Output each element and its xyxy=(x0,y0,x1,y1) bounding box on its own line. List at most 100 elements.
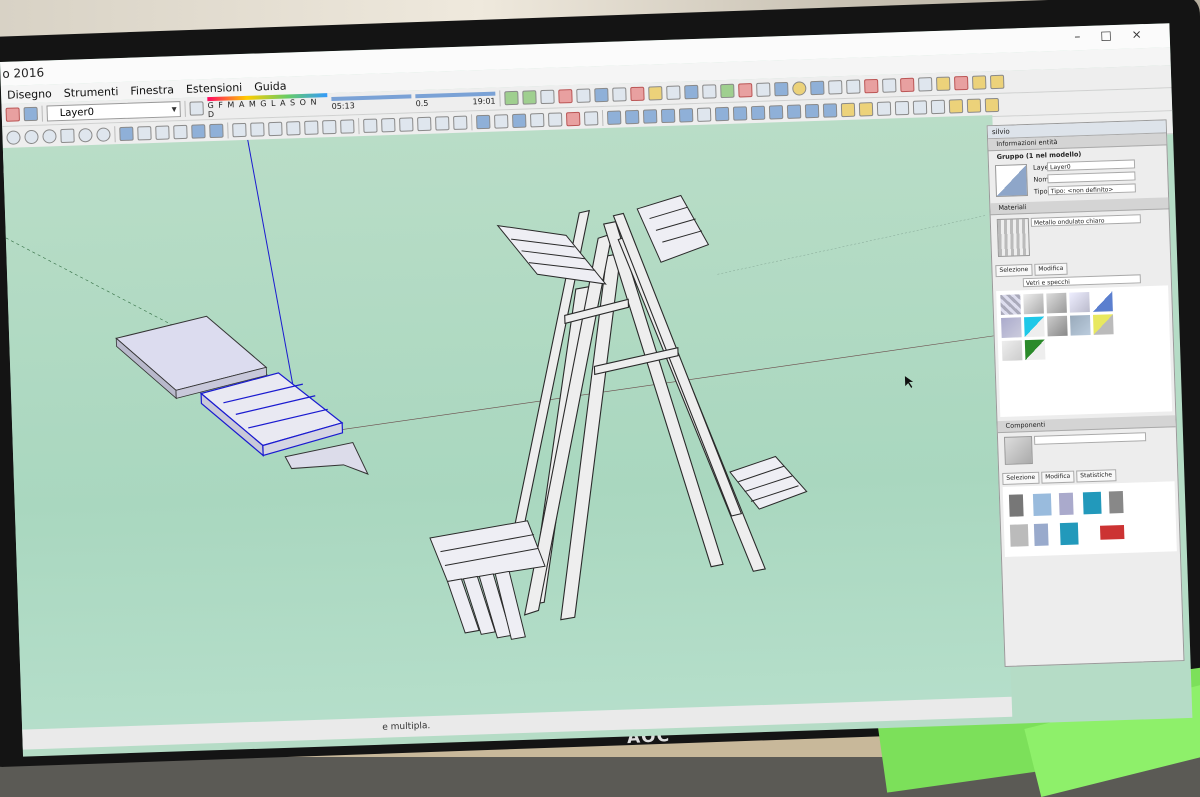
view-icon[interactable] xyxy=(137,126,152,141)
component-thumb[interactable] xyxy=(1033,523,1049,546)
tool-icon[interactable] xyxy=(828,80,843,95)
material-swatch[interactable] xyxy=(1024,316,1045,338)
sandbox-icon[interactable] xyxy=(565,111,581,127)
tool-icon[interactable] xyxy=(750,105,766,121)
menu-estensioni[interactable]: Estensioni xyxy=(186,80,243,95)
material-name-field[interactable]: Metallo ondulato chiaro xyxy=(1030,214,1141,227)
shadow-month-slider[interactable]: G F M A M G L A S O N D xyxy=(207,93,328,120)
sandbox-icon[interactable] xyxy=(583,111,599,126)
tool-icon[interactable] xyxy=(666,85,681,100)
model-viewport[interactable] xyxy=(2,115,1013,748)
print-icon[interactable] xyxy=(5,107,20,122)
tool-icon[interactable] xyxy=(882,78,897,93)
sandbox-icon[interactable] xyxy=(547,112,563,127)
view-icon[interactable] xyxy=(173,124,188,140)
model-info-icon[interactable] xyxy=(23,106,38,122)
tool-icon[interactable] xyxy=(846,79,861,94)
tool-icon[interactable] xyxy=(660,108,676,124)
component-thumb[interactable] xyxy=(1032,493,1052,516)
material-swatch[interactable] xyxy=(1092,314,1114,335)
material-swatch[interactable] xyxy=(1046,292,1067,314)
component-thumb[interactable] xyxy=(1099,524,1125,540)
tool-icon[interactable] xyxy=(768,105,784,120)
material-swatch[interactable] xyxy=(1001,340,1023,361)
tab-components-selezione[interactable]: Selezione xyxy=(1002,471,1040,485)
tool-icon[interactable] xyxy=(576,88,591,103)
style-icon[interactable] xyxy=(399,117,414,132)
house-icon[interactable] xyxy=(340,119,355,134)
house-icon[interactable] xyxy=(232,122,247,138)
tool-icon[interactable] xyxy=(989,74,1005,90)
house-icon[interactable] xyxy=(322,119,337,135)
tab-components-statistiche[interactable]: Statistiche xyxy=(1076,469,1117,483)
tool-icon[interactable] xyxy=(774,81,789,97)
material-swatch[interactable] xyxy=(1000,294,1021,315)
tool-icon[interactable] xyxy=(594,87,609,103)
tool-icon[interactable] xyxy=(858,102,874,117)
window-controls[interactable]: –□× xyxy=(1074,26,1162,43)
tool-icon[interactable] xyxy=(840,102,856,118)
component-thumb[interactable] xyxy=(1008,494,1024,517)
tool-icon[interactable] xyxy=(732,106,748,121)
tool-icon[interactable] xyxy=(900,77,915,93)
menu-finestra[interactable]: Finestra xyxy=(130,83,174,97)
tool-icon[interactable] xyxy=(714,106,730,122)
tool-icon[interactable] xyxy=(624,109,640,125)
material-swatch[interactable] xyxy=(1024,339,1046,361)
house-icon[interactable] xyxy=(250,122,265,137)
tool-icon[interactable] xyxy=(522,90,537,105)
tool-icon[interactable] xyxy=(648,86,663,101)
tool-icon[interactable] xyxy=(612,87,627,102)
tool-icon[interactable] xyxy=(918,77,933,92)
tool-icon[interactable] xyxy=(696,107,712,122)
view-icon[interactable] xyxy=(191,124,206,139)
tool-icon[interactable] xyxy=(24,129,39,145)
sandbox-icon[interactable] xyxy=(529,112,545,128)
tool-icon[interactable] xyxy=(894,100,910,116)
menu-strumenti[interactable]: Strumenti xyxy=(64,85,119,100)
style-icon[interactable] xyxy=(453,115,468,131)
view-icon[interactable] xyxy=(155,125,170,140)
tool-icon[interactable] xyxy=(804,103,820,119)
component-thumb[interactable] xyxy=(1009,524,1029,547)
tool-icon[interactable] xyxy=(558,89,573,104)
tool-icon[interactable] xyxy=(96,127,111,142)
tool-icon[interactable] xyxy=(971,75,987,90)
tool-icon[interactable] xyxy=(912,100,928,115)
tab-components-modifica[interactable]: Modifica xyxy=(1041,470,1075,484)
entity-layer-field[interactable]: Layer0 xyxy=(1046,159,1136,172)
tool-icon[interactable] xyxy=(678,108,694,123)
style-icon[interactable] xyxy=(417,116,432,132)
shadow-light-slider[interactable]: 0.5 19:01 xyxy=(415,91,496,109)
tab-modifica[interactable]: Modifica xyxy=(1034,262,1068,276)
tool-icon[interactable] xyxy=(60,128,75,144)
entity-name-field[interactable] xyxy=(1047,171,1136,184)
shadow-icon[interactable] xyxy=(189,101,204,116)
view-icon[interactable] xyxy=(209,123,224,139)
material-library-dropdown[interactable]: Vetri e specchi xyxy=(1022,274,1141,288)
material-swatch[interactable] xyxy=(1023,293,1044,315)
house-icon[interactable] xyxy=(268,121,283,137)
tool-icon[interactable] xyxy=(948,99,964,114)
style-icon[interactable] xyxy=(363,118,378,133)
tool-icon[interactable] xyxy=(540,89,555,105)
view-icon[interactable] xyxy=(119,126,134,142)
sandbox-icon[interactable] xyxy=(476,114,491,130)
component-thumb[interactable] xyxy=(1108,491,1124,514)
tool-icon[interactable] xyxy=(504,90,519,106)
help-icon[interactable] xyxy=(792,81,807,96)
tool-icon[interactable] xyxy=(822,103,838,118)
material-swatch[interactable] xyxy=(1092,291,1113,312)
component-thumb[interactable] xyxy=(1059,522,1079,546)
tool-icon[interactable] xyxy=(936,76,951,91)
tool-icon[interactable] xyxy=(642,109,658,124)
tool-icon[interactable] xyxy=(966,98,982,113)
style-icon[interactable] xyxy=(435,116,450,131)
tool-icon[interactable] xyxy=(786,104,802,119)
tool-icon[interactable] xyxy=(984,97,1000,113)
sandbox-icon[interactable] xyxy=(494,114,509,129)
tool-icon[interactable] xyxy=(702,84,717,99)
tool-icon[interactable] xyxy=(864,78,879,94)
layer-dropdown[interactable]: Layer0 xyxy=(46,101,181,122)
tool-icon[interactable] xyxy=(6,130,21,145)
